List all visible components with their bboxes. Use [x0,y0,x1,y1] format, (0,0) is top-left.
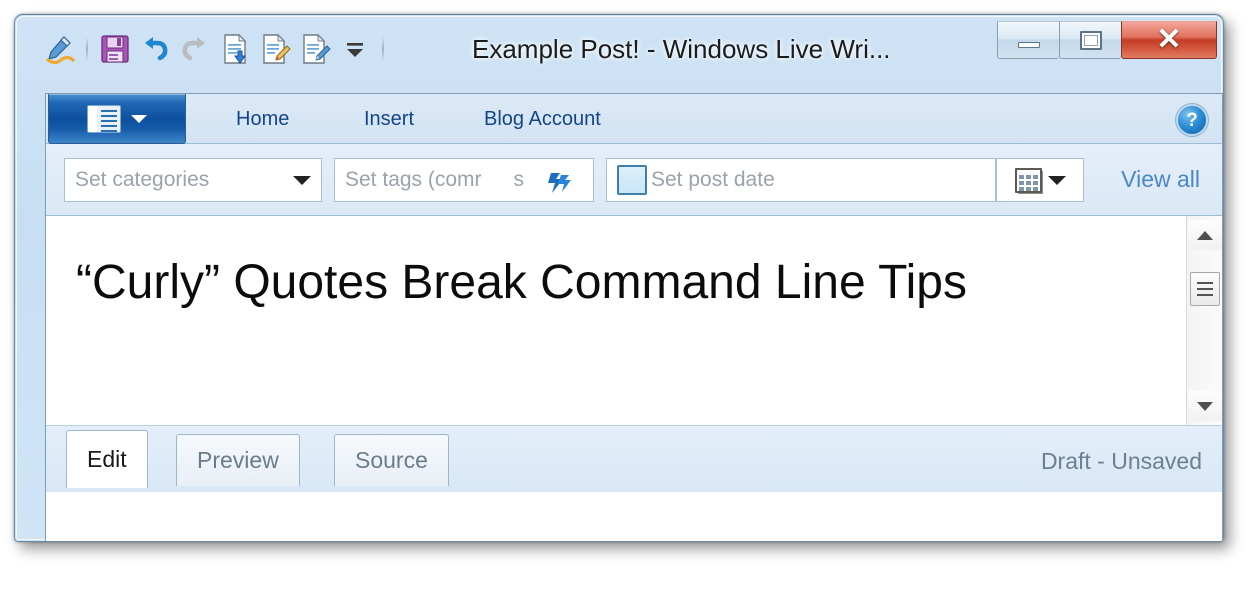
chevron-down-icon[interactable] [293,175,311,185]
view-all-label: View all [1121,166,1200,192]
triangle-down-icon [1196,401,1213,411]
undo-icon[interactable] [135,29,175,69]
close-button[interactable]: ✕ [1121,21,1217,59]
tab-home-label: Home [236,107,290,130]
tab-source[interactable]: Source [334,434,449,486]
help-icon: ? [1186,109,1198,131]
minimize-button[interactable] [997,21,1059,59]
file-menu-button[interactable] [48,94,186,144]
scroll-up-button[interactable] [1187,220,1222,250]
tab-preview-label: Preview [197,447,279,473]
tab-insert[interactable]: Insert [346,94,432,144]
post-title-text[interactable]: “Curly” Quotes Break Command Line Tips [76,257,1146,308]
tab-blog-account-label: Blog Account [484,107,601,130]
qat-separator [86,36,88,62]
calendar-picker-button[interactable] [996,158,1084,202]
sync-icon[interactable] [543,169,573,195]
window-bottom-chrome [45,541,1223,542]
post-draft-icon[interactable] [255,29,295,69]
tab-source-label: Source [355,447,428,473]
window-frame: Example Post! - Windows Live Wri... ✕ Ho… [14,14,1224,542]
maximize-button[interactable] [1059,21,1121,59]
redo-icon[interactable] [175,29,215,69]
view-all-link[interactable]: View all [1121,166,1200,193]
status-label: Draft - Unsaved [1040,448,1202,474]
save-icon[interactable] [95,29,135,69]
tags-field[interactable]: Set tags (comr s [334,158,594,202]
status-badge: Draft - Unsaved [1041,448,1202,475]
close-icon: ✕ [1156,23,1182,56]
tab-edit-label: Edit [87,446,127,472]
post-date-label: Set post date [651,168,775,191]
tags-placeholder: Set tags (comr [345,168,482,191]
help-button[interactable]: ? [1176,104,1208,136]
post-date-field[interactable]: Set post date [606,158,996,202]
document-menu-icon [87,104,121,133]
tab-blog-account[interactable]: Blog Account [466,94,619,144]
chevron-down-icon [131,114,147,123]
chevron-down-icon[interactable] [1047,175,1066,185]
tab-preview[interactable]: Preview [176,434,300,486]
post-editor-canvas[interactable]: “Curly” Quotes Break Command Line Tips [46,216,1186,425]
calendar-icon [1014,167,1042,193]
categories-placeholder: Set categories [75,168,210,191]
quick-access-toolbar [39,29,391,69]
categories-field[interactable]: Set categories [64,158,322,202]
maximize-icon [1079,30,1102,50]
title-bar[interactable]: Example Post! - Windows Live Wri... ✕ [17,17,1223,75]
window-title: Example Post! - Windows Live Wri... [472,34,891,64]
minimize-icon [1017,42,1040,48]
customize-qat-dropdown-icon[interactable] [335,29,375,69]
window-controls: ✕ [997,21,1217,59]
post-date-checkbox[interactable] [617,165,647,195]
scroll-down-button[interactable] [1187,391,1222,421]
tab-edit[interactable]: Edit [66,430,148,488]
writer-logo-icon[interactable] [39,29,79,69]
editor-vertical-scrollbar[interactable] [1186,216,1222,425]
post-properties-bar: Set categories Set tags (comr s Set post… [46,144,1222,216]
ribbon-tab-strip: Home Insert Blog Account ? [46,94,1222,144]
title-separator [382,36,384,62]
tags-trailing-text: s [513,168,525,191]
scrollbar-thumb[interactable] [1189,272,1220,306]
tab-home[interactable]: Home [218,94,307,144]
tab-insert-label: Insert [364,107,415,130]
save-local-draft-icon[interactable] [295,29,335,69]
view-mode-bar: Edit Preview Source Draft - Unsaved [46,426,1222,492]
editor-region: “Curly” Quotes Break Command Line Tips [46,216,1222,426]
publish-icon[interactable] [215,29,255,69]
application-window: Example Post! - Windows Live Wri... ✕ Ho… [0,0,1252,597]
client-area: Home Insert Blog Account ? Set categorie… [45,93,1223,541]
triangle-up-icon [1196,230,1213,240]
